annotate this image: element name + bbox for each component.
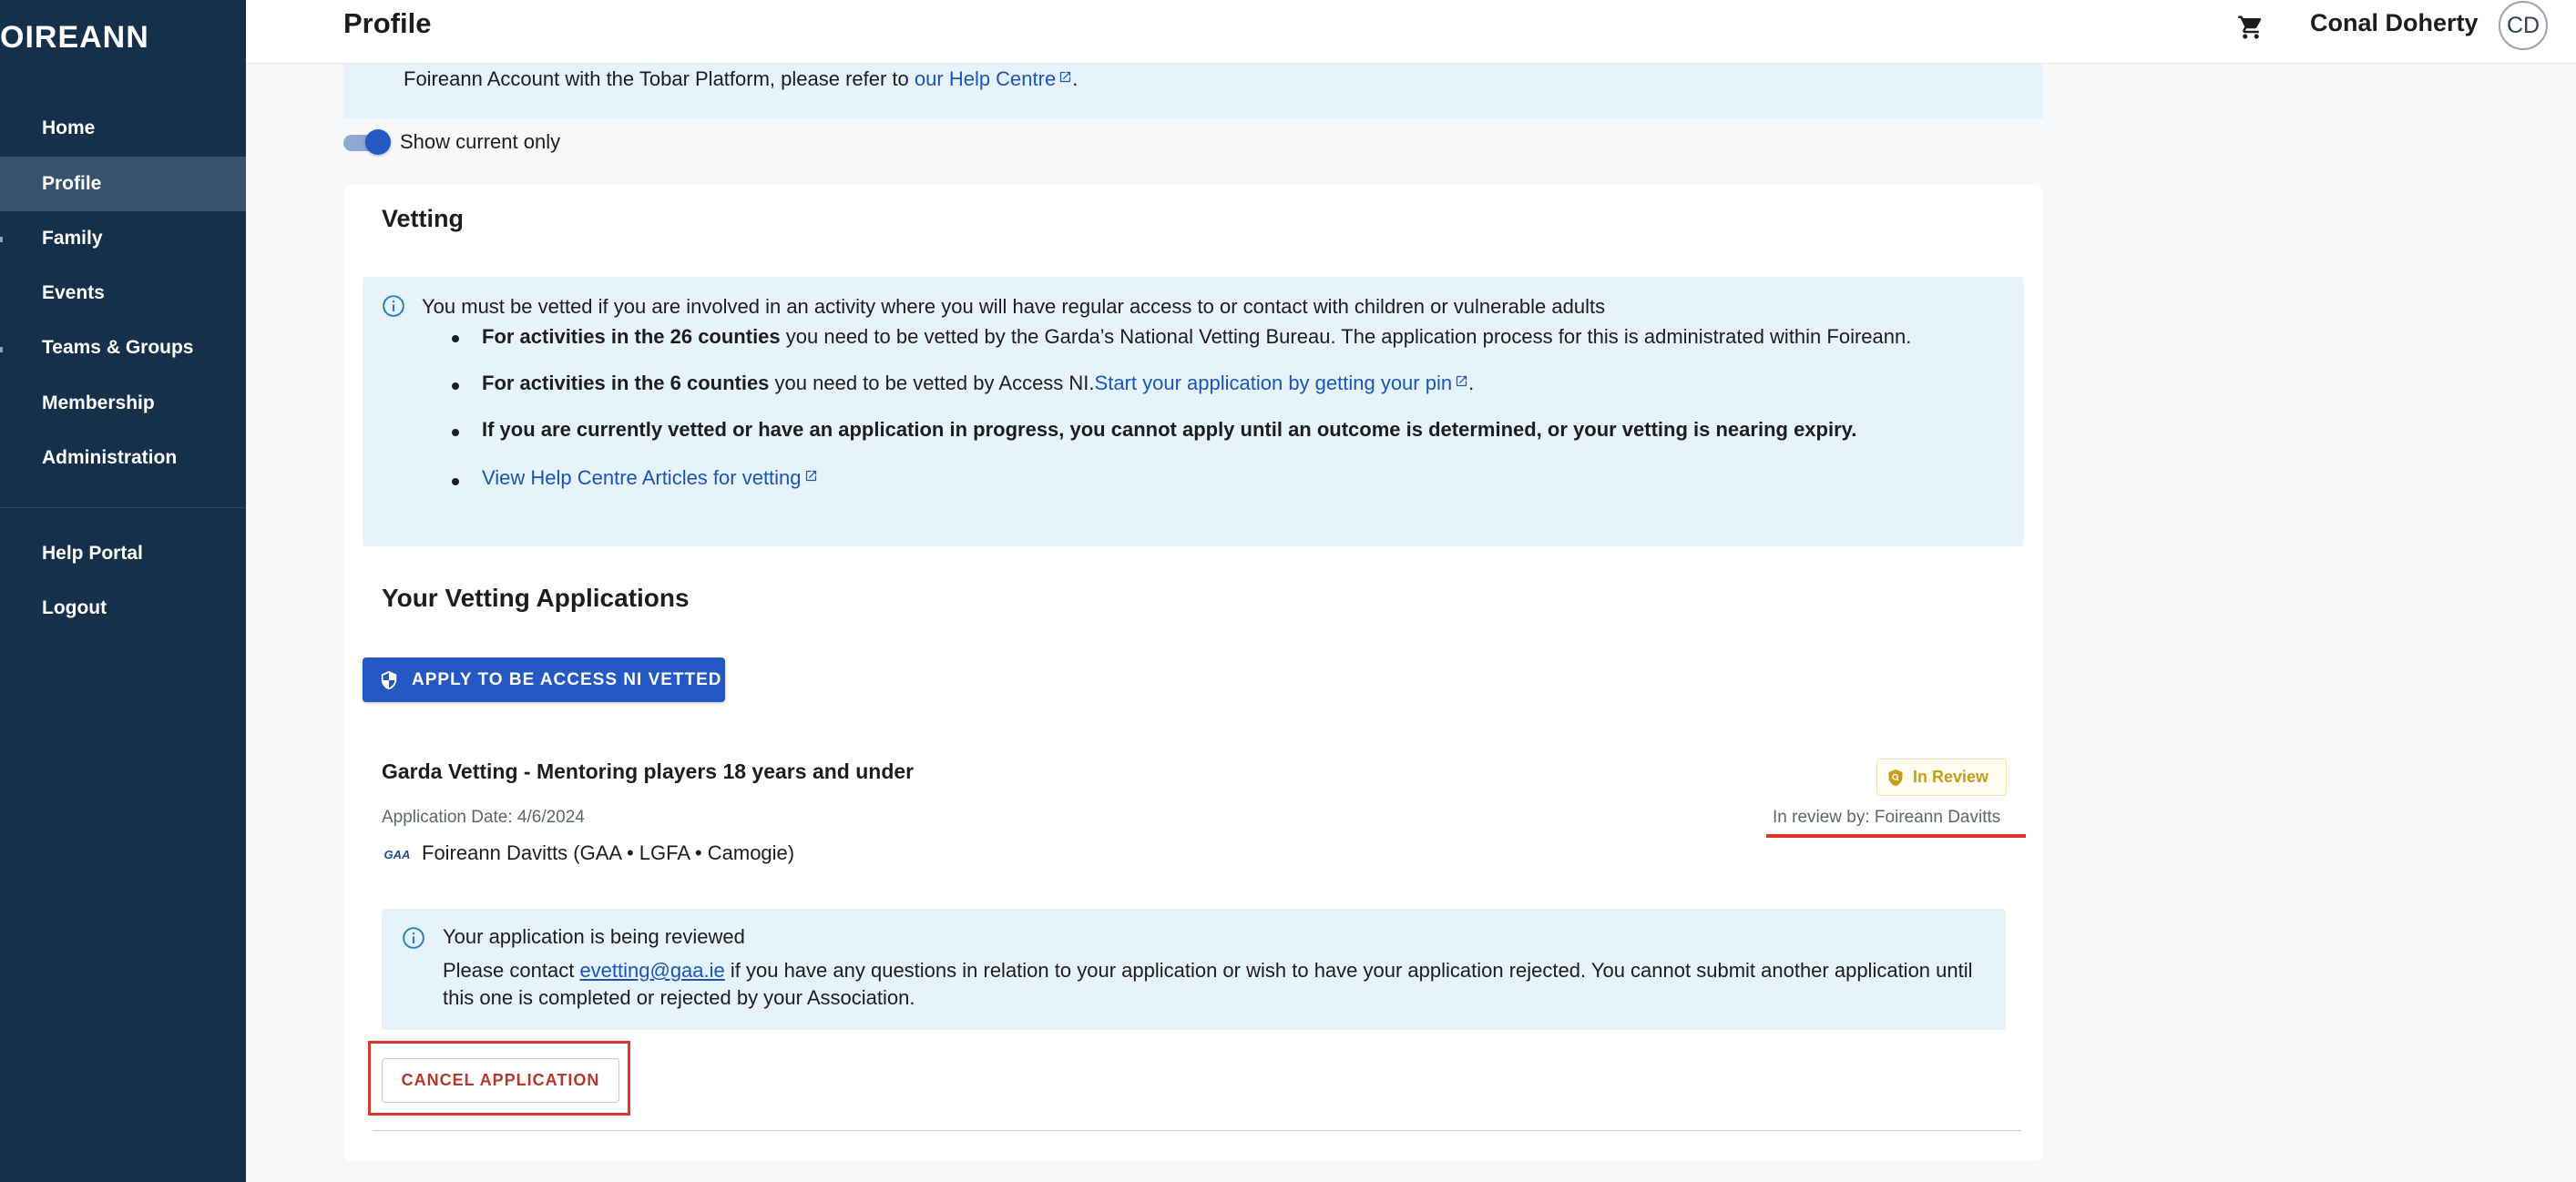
page-title: Profile: [343, 7, 432, 39]
sidebar-edge-mark: [0, 237, 3, 242]
application-title: Garda Vetting - Mentoring players 18 yea…: [382, 759, 915, 783]
external-link-icon: [1060, 71, 1071, 83]
sidebar-item-administration[interactable]: Administration: [0, 431, 246, 485]
top-bar: Profile Conal Doherty CD: [246, 0, 2576, 64]
review-notice-heading: Your application is being reviewed: [443, 925, 745, 948]
shield-icon: [381, 670, 397, 689]
show-current-only-toggle[interactable]: [343, 129, 391, 155]
cancel-application-button[interactable]: CANCEL APPLICATION: [382, 1058, 619, 1103]
help-centre-link[interactable]: our Help Centre: [915, 67, 1072, 90]
sidebar-item-membership[interactable]: Membership: [0, 376, 246, 431]
review-notice-box: Your application is being reviewed Pleas…: [382, 909, 2006, 1030]
organisation-name: Foireann Davitts (GAA • LGFA • Camogie): [422, 841, 795, 864]
review-shield-icon: [1888, 769, 1903, 786]
info-icon: [383, 295, 404, 317]
vetting-title: Vetting: [382, 205, 465, 232]
vetting-card: Vetting You must be vetted if you are in…: [343, 185, 2043, 1161]
vetting-bullet-26-counties: For activities in the 26 counties you ne…: [482, 325, 1912, 348]
start-application-pin-link[interactable]: Start your application by getting your p…: [1095, 372, 1469, 394]
reviewer-highlight-underline: [1766, 834, 2026, 838]
sidebar-item-family[interactable]: Family: [0, 211, 246, 266]
help-centre-vetting-link[interactable]: View Help Centre Articles for vetting: [482, 466, 818, 489]
sidebar-item-logout[interactable]: Logout: [0, 581, 246, 636]
divider: [373, 1130, 2021, 1131]
external-link-icon: [805, 470, 816, 482]
sidebar-item-help-portal[interactable]: Help Portal: [0, 526, 246, 581]
shopping-cart-icon[interactable]: [2233, 9, 2269, 46]
sidebar-item-events[interactable]: Events: [0, 266, 246, 321]
sidebar-item-home[interactable]: Home: [0, 101, 246, 156]
account-info-banner: Foireann Account with the Tobar Platform…: [343, 64, 2043, 118]
vetting-info-text: You must be vetted if you are involved i…: [422, 295, 1606, 318]
evetting-email-link[interactable]: evetting@gaa.ie: [579, 959, 724, 982]
user-name[interactable]: Conal Doherty: [2310, 9, 2479, 37]
sidebar-divider: [0, 507, 246, 508]
application-date: Application Date: 4/6/2024: [382, 808, 585, 827]
brand-logo-text[interactable]: OIREANN: [0, 20, 149, 56]
sidebar-item-profile[interactable]: Profile: [0, 157, 246, 211]
sidebar-item-teams-groups[interactable]: Teams & Groups: [0, 321, 246, 375]
account-info-text: Foireann Account with the Tobar Platform…: [404, 67, 1078, 90]
review-notice-body: Please contact evetting@gaa.ie if you ha…: [443, 959, 1973, 1009]
sidebar: OIREANN Home Profile Family Events Teams…: [0, 0, 246, 1182]
status-badge: In Review: [1876, 759, 2007, 796]
vetting-bullet-in-progress: If you are currently vetted or have an a…: [482, 418, 1857, 441]
your-vetting-applications-title: Your Vetting Applications: [382, 584, 690, 612]
reviewer-text: In review by: Foireann Davitts: [1773, 808, 2001, 827]
vetting-bullet-6-counties: For activities in the 6 counties you nee…: [482, 372, 1475, 394]
avatar[interactable]: CD: [2499, 1, 2548, 50]
info-icon: [403, 927, 424, 949]
vetting-info-box: You must be vetted if you are involved i…: [363, 277, 2024, 546]
sidebar-edge-mark: [0, 347, 3, 352]
gaa-logo: GAA: [383, 847, 411, 861]
external-link-icon: [1456, 375, 1467, 387]
apply-access-ni-button[interactable]: APPLY TO BE ACCESS NI VETTED: [363, 657, 725, 702]
show-current-only-label: Show current only: [400, 130, 561, 153]
vetting-bullet-help-articles: View Help Centre Articles for vetting: [482, 466, 818, 490]
